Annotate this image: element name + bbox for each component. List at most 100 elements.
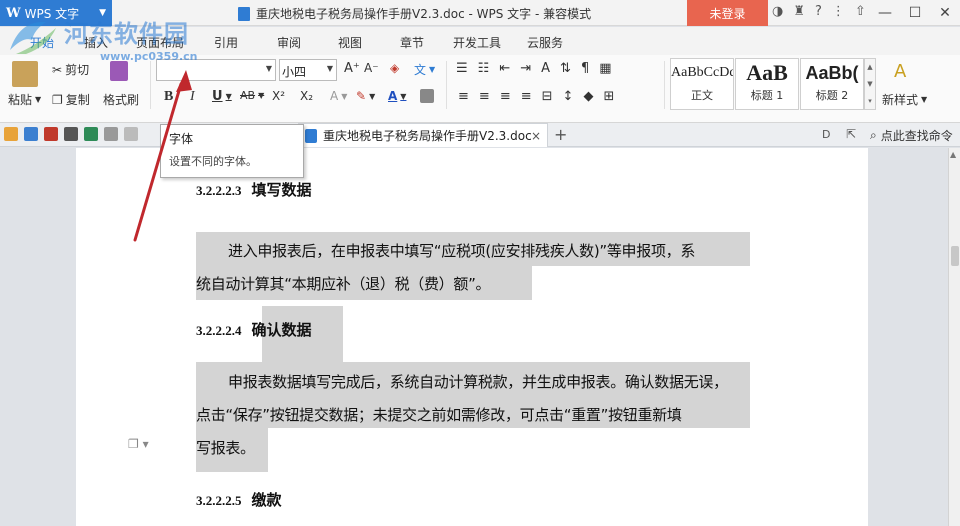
text-effect-icon: A xyxy=(330,89,339,103)
ribbon: 粘贴 ▼ ✂ 剪切 ❐ 复制 格式刷 ▼ 小四 ▼ A⁺ A⁻ ◈ 文 ▼ B I … xyxy=(0,55,960,123)
export-pdf-icon[interactable] xyxy=(44,127,58,141)
strikethrough-button[interactable]: AB ▼ xyxy=(240,89,264,102)
scroll-up-icon[interactable]: ▲ xyxy=(950,150,956,159)
undo-icon[interactable] xyxy=(104,127,118,141)
align-left-icon[interactable]: ≡ xyxy=(458,89,469,104)
shrink-font-button[interactable]: A⁻ xyxy=(364,61,379,75)
new-tab-icon[interactable]: + xyxy=(554,125,567,144)
upload-icon[interactable]: ⇧ xyxy=(855,4,866,19)
font-tooltip: 字体 设置不同的字体。 xyxy=(160,124,304,178)
paste-label: 粘贴 xyxy=(8,93,33,107)
numbered-list-icon[interactable]: ☷ xyxy=(478,61,490,76)
section-number: 3.2.2.2.5 xyxy=(196,493,242,508)
tab-references[interactable]: 引用 xyxy=(214,34,238,51)
style-heading-1-sample: AaB xyxy=(746,60,788,85)
superscript-button[interactable]: X² xyxy=(272,89,285,103)
maximize-icon[interactable]: ☐ xyxy=(900,0,930,26)
align-right-icon[interactable]: ≡ xyxy=(500,89,511,104)
border-icon[interactable]: ⊞ xyxy=(603,89,614,104)
print-icon[interactable] xyxy=(64,127,78,141)
search-icon: ⌕ xyxy=(870,128,877,142)
style-heading-1[interactable]: AaB 标题 1 xyxy=(735,58,799,110)
new-style-icon: A xyxy=(894,61,907,82)
chevron-up-icon[interactable]: ▲ xyxy=(867,63,872,71)
line-spacing-icon[interactable]: ↕ xyxy=(563,89,574,104)
show-marks-icon[interactable]: ¶ xyxy=(581,61,589,76)
text-effect-button[interactable]: A ▼ xyxy=(330,89,347,103)
style-heading-2[interactable]: AaBb( 标题 2 xyxy=(800,58,864,110)
paste-label-button[interactable]: 粘贴 ▼ xyxy=(8,91,41,108)
grow-font-icon: A⁺ xyxy=(344,61,360,76)
login-button[interactable]: 未登录 xyxy=(687,0,768,26)
bullet-list-icon[interactable]: ☰ xyxy=(456,61,468,76)
tab-developer[interactable]: 开发工具 xyxy=(453,34,501,51)
fill-icon[interactable]: ◆ xyxy=(583,89,593,104)
justify-icon[interactable]: ≡ xyxy=(521,89,532,104)
document-page[interactable] xyxy=(76,148,868,526)
char-shading-button[interactable] xyxy=(420,89,434,103)
tab-view[interactable]: 视图 xyxy=(338,34,362,51)
tab-chapter[interactable]: 章节 xyxy=(400,34,424,51)
section-number: 3.2.2.2.3 xyxy=(196,183,242,198)
command-search[interactable]: ⌕ 点此查找命令 xyxy=(870,127,953,144)
chevron-down-icon[interactable]: ▼ xyxy=(867,80,872,88)
bold-button[interactable]: B xyxy=(164,89,173,105)
distribute-icon[interactable]: ⊟ xyxy=(542,89,553,104)
cut-button[interactable]: ✂ 剪切 xyxy=(52,61,89,78)
style-normal[interactable]: AaBbCcDd 正文 xyxy=(670,58,734,110)
paragraph-layout-icon[interactable]: ❐ ▾ xyxy=(128,437,149,451)
share-icon[interactable]: ⇱ xyxy=(846,127,856,141)
tab-cloud[interactable]: 云服务 xyxy=(527,34,563,51)
chevron-down-icon[interactable]: ▼ xyxy=(266,64,272,73)
save-icon[interactable] xyxy=(24,127,38,141)
scrollbar-thumb[interactable] xyxy=(951,246,959,266)
open-icon[interactable] xyxy=(4,127,18,141)
skin-icon[interactable]: ◑ xyxy=(772,4,783,19)
style-heading-1-label: 标题 1 xyxy=(750,89,784,102)
format-painter-button[interactable]: 格式刷 xyxy=(103,91,139,108)
doc-assist-icon[interactable]: D xyxy=(822,128,830,141)
shirt-icon[interactable]: ♜ xyxy=(793,4,805,19)
style-gallery-scroll[interactable]: ▲ ▼ ▾ xyxy=(864,58,876,110)
decrease-indent-icon[interactable]: ⇤ xyxy=(499,61,510,76)
print-preview-icon[interactable] xyxy=(84,127,98,141)
highlight-button[interactable]: ✎ ▼ xyxy=(356,89,375,103)
table-icon[interactable]: ▦ xyxy=(599,61,611,76)
subscript-button[interactable]: X₂ xyxy=(300,89,313,103)
font-size-select[interactable]: 小四 ▼ xyxy=(279,59,337,81)
underline-button[interactable]: U ▼ xyxy=(212,89,232,104)
more-icon[interactable]: ⋮ xyxy=(832,4,845,19)
divider xyxy=(664,61,665,109)
phonetic-button[interactable]: 文 ▼ xyxy=(414,61,435,78)
close-icon[interactable]: ✕ xyxy=(930,0,960,26)
help-icon[interactable]: ? xyxy=(815,4,822,19)
window-controls: — ☐ ✕ xyxy=(870,0,960,26)
increase-indent-icon[interactable]: ⇥ xyxy=(520,61,531,76)
vertical-scrollbar[interactable]: ▲ xyxy=(948,148,960,526)
new-style-button[interactable]: 新样式 ▼ xyxy=(882,91,927,108)
document-canvas xyxy=(0,148,948,526)
redo-icon[interactable] xyxy=(124,127,138,141)
chinese-layout-icon[interactable]: A xyxy=(541,61,550,76)
expand-icon[interactable]: ▾ xyxy=(868,97,872,105)
document-tab[interactable]: 重庆地税电子税务局操作手册V2.3.doc × xyxy=(298,123,548,147)
tab-review[interactable]: 审阅 xyxy=(277,34,301,51)
minimize-icon[interactable]: — xyxy=(870,0,900,26)
window-title: 重庆地税电子税务局操作手册V2.3.doc - WPS 文字 - 兼容模式 xyxy=(238,5,591,22)
copy-button[interactable]: ❐ 复制 xyxy=(52,91,90,108)
close-tab-icon[interactable]: × xyxy=(531,129,541,143)
style-normal-sample: AaBbCcDd xyxy=(671,65,733,80)
new-style-icon-button[interactable]: A xyxy=(894,61,906,82)
align-center-icon[interactable]: ≡ xyxy=(479,89,490,104)
section-heading: 3.2.2.2.4 确认数据 xyxy=(196,319,312,340)
paste-button[interactable] xyxy=(12,61,38,87)
clear-format-button[interactable]: ◈ xyxy=(390,61,399,75)
italic-button[interactable]: I xyxy=(190,89,195,105)
document-tab-title: 重庆地税电子税务局操作手册V2.3.doc xyxy=(323,129,532,143)
grow-font-button[interactable]: A⁺ xyxy=(344,61,360,76)
sort-icon[interactable]: ⇅ xyxy=(560,61,571,76)
font-color-button[interactable]: A ▼ xyxy=(388,89,406,103)
chevron-down-icon[interactable]: ▼ xyxy=(327,64,333,73)
format-painter-icon-button[interactable] xyxy=(110,61,128,81)
align-tools: ≡ ≡ ≡ ≡ ⊟ ↕ ◆ ⊞ xyxy=(458,89,614,104)
